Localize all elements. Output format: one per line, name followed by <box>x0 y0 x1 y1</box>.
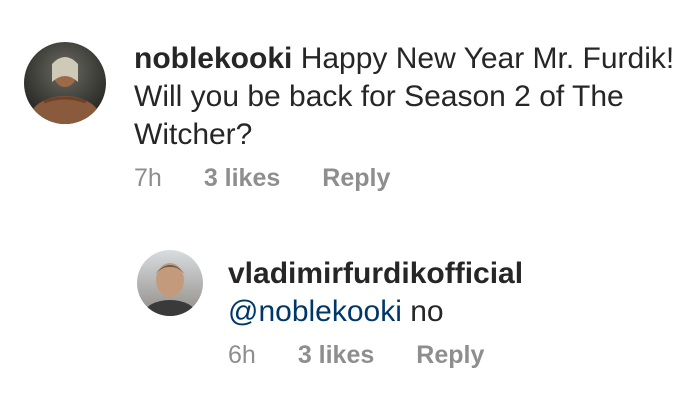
comment-likes[interactable]: 3 likes <box>204 163 280 193</box>
commenter-avatar[interactable] <box>24 42 106 124</box>
comment-meta: 7h 3 likes Reply <box>134 163 390 193</box>
reply-username[interactable]: vladimirfurdikofficial <box>228 257 523 290</box>
reply-meta: 6h 3 likes Reply <box>228 340 484 370</box>
reply-button[interactable]: Reply <box>322 163 390 193</box>
reply-body: no <box>401 295 444 328</box>
comment-username[interactable]: noblekooki <box>134 42 292 75</box>
reply-text: vladimirfurdikofficial @noblekooki no <box>228 255 668 331</box>
avatar-image <box>24 42 106 124</box>
replier-avatar[interactable] <box>137 250 203 316</box>
comment-timestamp: 7h <box>134 164 162 192</box>
reply-mention[interactable]: @noblekooki <box>228 295 402 328</box>
avatar-image <box>137 250 203 316</box>
reply-timestamp: 6h <box>228 341 256 369</box>
reply-likes[interactable]: 3 likes <box>298 340 374 370</box>
comment-text: noblekooki Happy New Year Mr. Furdik! Wi… <box>134 40 684 154</box>
reply-button[interactable]: Reply <box>416 340 484 370</box>
